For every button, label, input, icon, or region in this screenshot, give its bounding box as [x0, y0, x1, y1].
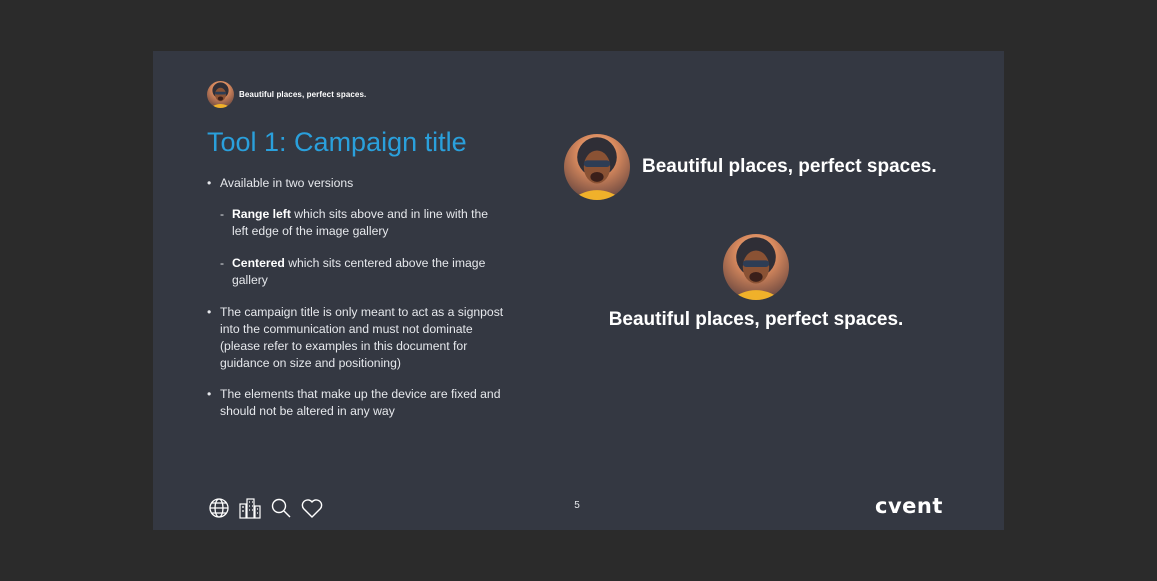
avatar: [723, 234, 789, 300]
cvent-logo: cvent: [875, 494, 943, 518]
sub-item-bold: Centered: [232, 256, 285, 270]
avatar: [564, 134, 630, 200]
footer-icons: [207, 497, 324, 519]
range-left-example: Beautiful places, perfect spaces.: [564, 134, 937, 200]
list-subitem: Centered which sits centered above the i…: [207, 255, 507, 289]
centered-example: Beautiful places, perfect spaces.: [564, 234, 948, 331]
header-campaign-lockup: Beautiful places, perfect spaces.: [207, 81, 366, 108]
list-item: The campaign title is only meant to act …: [207, 304, 507, 372]
buildings-icon: [238, 497, 262, 519]
sub-item-bold: Range left: [232, 207, 291, 221]
list-item: The elements that make up the device are…: [207, 386, 507, 420]
search-icon: [269, 497, 293, 519]
list-subitem: Range left which sits above and in line …: [207, 206, 507, 240]
list-item: Available in two versions: [207, 175, 507, 192]
slide: Beautiful places, perfect spaces. Tool 1…: [153, 51, 1004, 530]
header-campaign-text: Beautiful places, perfect spaces.: [239, 90, 367, 99]
campaign-title-text: Beautiful places, perfect spaces.: [608, 309, 904, 330]
globe-icon: [207, 497, 231, 519]
avatar: [207, 81, 234, 108]
body-text: Available in two versions Range left whi…: [207, 175, 507, 434]
campaign-title-text: Beautiful places, perfect spaces.: [642, 156, 937, 177]
page-number: 5: [574, 500, 580, 511]
heart-icon: [300, 497, 324, 519]
page-title: Tool 1: Campaign title: [207, 127, 467, 157]
